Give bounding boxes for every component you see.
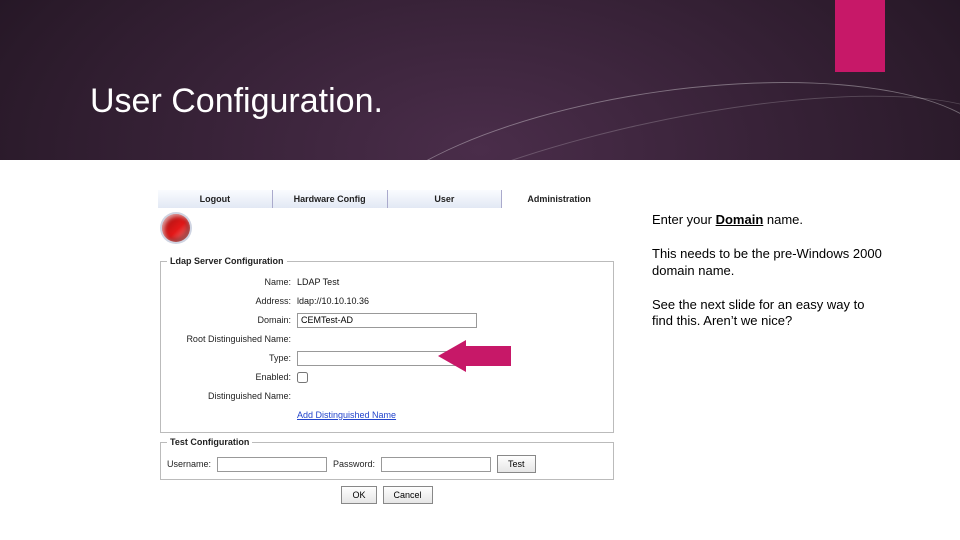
note-line-1: Enter your Domain name. [652,212,884,228]
slide-title-bar: User Configuration. [0,0,960,160]
ldap-server-config-fieldset: Ldap Server Configuration Name: LDAP Tes… [160,256,614,433]
label-domain: Domain: [167,315,297,325]
tab-hardware-config[interactable]: Hardware Config [272,190,387,208]
dialog-button-row: OK Cancel [158,486,616,504]
admin-tab-bar: Logout Hardware Config User Administrati… [158,190,616,208]
note-line-2: This needs to be the pre-Windows 2000 do… [652,246,884,279]
arrow-head [438,340,466,372]
label-username: Username: [167,459,211,469]
label-name: Name: [167,277,297,287]
ok-button[interactable]: OK [341,486,376,504]
note-1-suffix: name. [763,212,803,227]
type-select[interactable] [297,351,457,366]
note-1-domain-word: Domain [716,212,764,227]
ldap-legend: Ldap Server Configuration [167,256,287,266]
test-legend: Test Configuration [167,437,252,447]
label-address: Address: [167,296,297,306]
label-dn: Distinguished Name: [167,391,297,401]
callout-arrow-icon [438,340,518,372]
record-icon [162,214,190,242]
label-type: Type: [167,353,297,363]
tab-administration[interactable]: Administration [501,190,616,208]
value-name: LDAP Test [297,277,339,287]
add-distinguished-name-link[interactable]: Add Distinguished Name [297,410,396,420]
ribbon-decoration [835,0,885,72]
admin-config-panel: Logout Hardware Config User Administrati… [158,190,616,504]
slide-title: User Configuration. [90,82,383,121]
label-enabled: Enabled: [167,372,297,382]
tab-logout[interactable]: Logout [158,190,272,208]
arrow-body [466,346,511,366]
slide-notes: Enter your Domain name. This needs to be… [652,212,884,347]
slide-content: Logout Hardware Config User Administrati… [0,160,960,540]
password-input[interactable] [381,457,491,472]
cancel-button[interactable]: Cancel [383,486,433,504]
note-1-prefix: Enter your [652,212,716,227]
domain-input[interactable] [297,313,477,328]
test-button[interactable]: Test [497,455,536,473]
enabled-checkbox[interactable] [297,372,308,383]
tab-user[interactable]: User [387,190,502,208]
username-input[interactable] [217,457,327,472]
label-root-dn: Root Distinguished Name: [167,334,297,344]
record-row [158,208,616,252]
note-line-3: See the next slide for an easy way to fi… [652,297,884,330]
label-password: Password: [333,459,375,469]
value-address: ldap://10.10.10.36 [297,296,369,306]
test-config-fieldset: Test Configuration Username: Password: T… [160,437,614,480]
